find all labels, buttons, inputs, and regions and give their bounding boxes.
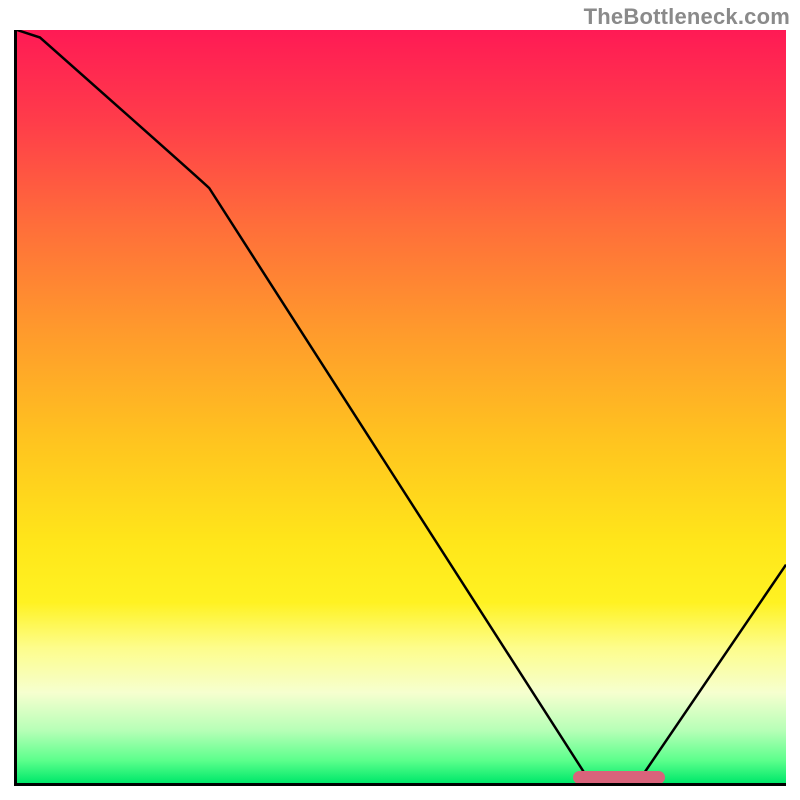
plot-area — [14, 30, 786, 786]
bottleneck-curve — [17, 30, 786, 783]
optimum-marker — [573, 771, 666, 784]
chart-frame: TheBottleneck.com — [0, 0, 800, 800]
watermark-text: TheBottleneck.com — [584, 4, 790, 30]
